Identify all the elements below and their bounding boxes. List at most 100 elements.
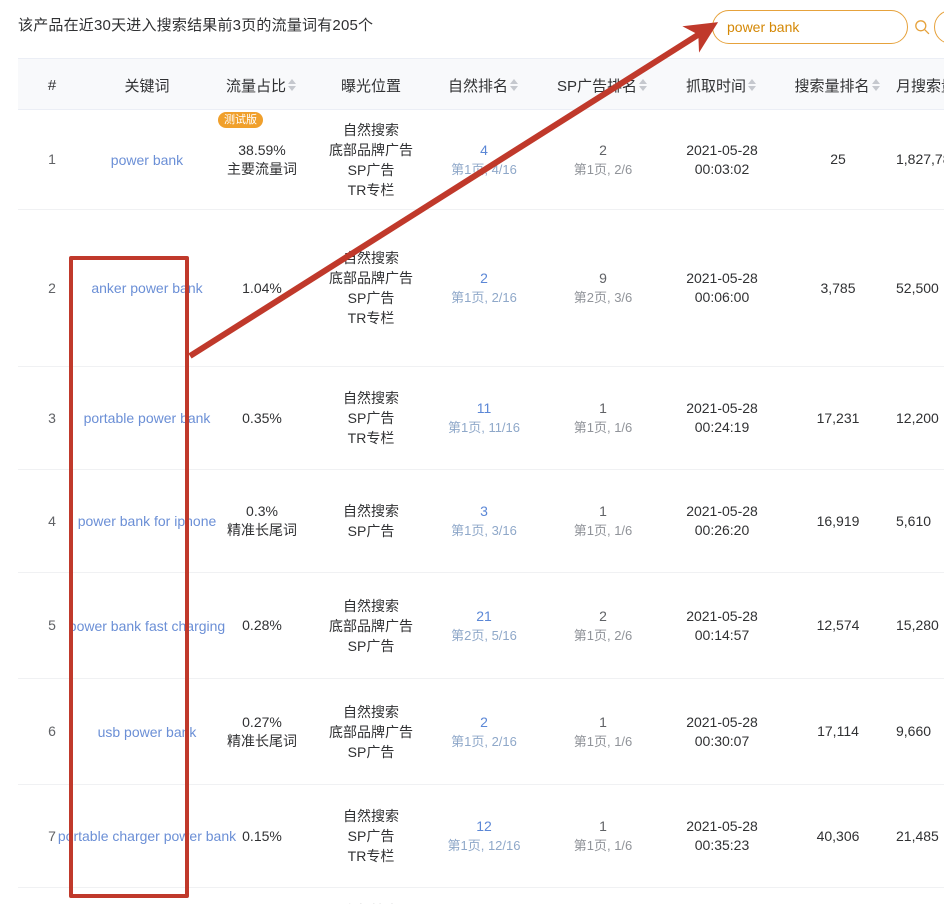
search-input[interactable] bbox=[713, 19, 914, 35]
natural-rank-value[interactable]: 3 bbox=[480, 502, 488, 521]
table-row[interactable]: 2anker power bank1.04%自然搜索底部品牌广告SP广告TR专栏… bbox=[18, 210, 944, 367]
col-header-crawl-time[interactable]: 抓取时间 bbox=[664, 59, 780, 111]
keyword-link[interactable]: power bank fast charging bbox=[69, 616, 225, 636]
table-row[interactable]: 8iphone power bank0.06%精准长尾词自然搜索底部品牌广告SP… bbox=[18, 888, 944, 904]
exposure-item: 自然搜索 bbox=[343, 806, 399, 826]
crawl-date: 2021-05-28 bbox=[686, 141, 758, 160]
sort-icon-search-rank[interactable] bbox=[872, 79, 882, 91]
sp-rank-detail: 第1页, 2/6 bbox=[574, 160, 633, 179]
col-header-natural-rank[interactable]: 自然排名 bbox=[426, 59, 542, 111]
row-sp-rank: 15第3页, 3/6 bbox=[542, 888, 664, 904]
secondary-control-partial[interactable] bbox=[934, 10, 944, 44]
col-header-sp-rank[interactable]: SP广告排名 bbox=[542, 59, 664, 111]
row-keyword[interactable]: power bank fast charging bbox=[86, 573, 208, 678]
traffic-pct-value: 1.04% bbox=[242, 279, 282, 298]
table-row[interactable]: 7portable charger power bank0.15%自然搜索SP广… bbox=[18, 785, 944, 888]
natural-rank-value[interactable]: 21 bbox=[476, 607, 492, 626]
row-index-value: 3 bbox=[48, 409, 56, 428]
table-row[interactable]: 5power bank fast charging0.28%自然搜索底部品牌广告… bbox=[18, 573, 944, 679]
row-keyword[interactable]: power bank for iphone bbox=[86, 470, 208, 572]
exposure-item: 底部品牌广告 bbox=[329, 268, 413, 288]
row-traffic-pct: 1.04% bbox=[208, 210, 316, 366]
exposure-item: SP广告 bbox=[348, 826, 395, 846]
crawl-clock: 00:35:23 bbox=[695, 836, 750, 855]
crawl-clock: 00:26:20 bbox=[695, 521, 750, 540]
sort-icon-crawl-time[interactable] bbox=[748, 79, 758, 91]
keyword-link[interactable]: power bank for iphone bbox=[78, 511, 217, 531]
row-keyword[interactable]: portable charger power bank bbox=[86, 785, 208, 887]
row-monthly-vol: 12,200 bbox=[896, 367, 944, 469]
row-search-rank: 25 bbox=[780, 110, 896, 209]
natural-rank-value[interactable]: 2 bbox=[480, 269, 488, 288]
row-monthly-vol: 52,500 bbox=[896, 210, 944, 366]
exposure-item: 自然搜索 bbox=[343, 120, 399, 140]
traffic-pct-value: 0.35% bbox=[242, 409, 282, 428]
row-natural-rank[interactable]: 4第1页, 4/16 bbox=[426, 110, 542, 209]
row-exposure: 自然搜索SP广告TR专栏 bbox=[316, 785, 426, 887]
row-traffic-pct: 38.59%主要流量词 bbox=[208, 110, 316, 209]
sort-icon-traffic-pct[interactable] bbox=[288, 79, 298, 91]
row-natural-rank[interactable]: 11第1页, 11/16 bbox=[426, 367, 542, 469]
table-row[interactable]: 1power bank38.59%主要流量词自然搜索底部品牌广告SP广告TR专栏… bbox=[18, 110, 944, 210]
monthly-vol-value: 15,280 bbox=[896, 616, 939, 635]
natural-rank-value[interactable]: 11 bbox=[477, 399, 492, 418]
row-index-value: 4 bbox=[48, 512, 56, 531]
exposure-item: 自然搜索 bbox=[343, 248, 399, 268]
row-sp-rank: 2第1页, 2/6 bbox=[542, 573, 664, 678]
row-natural-rank[interactable]: 12第1页, 12/16 bbox=[426, 785, 542, 887]
natural-rank-value[interactable]: 2 bbox=[480, 713, 488, 732]
search-icon[interactable] bbox=[914, 10, 930, 44]
row-exposure: 自然搜索底部品牌广告SP广告TR专栏 bbox=[316, 888, 426, 904]
row-keyword[interactable]: usb power bank bbox=[86, 679, 208, 784]
exposure-item: 底部品牌广告 bbox=[329, 616, 413, 636]
row-keyword[interactable]: portable power bank bbox=[86, 367, 208, 469]
summary-text: 该产品在近30天进入搜索结果前3页的流量词有205个 bbox=[18, 14, 373, 35]
keyword-link[interactable]: portable power bank bbox=[84, 408, 211, 428]
row-search-rank: 3,785 bbox=[780, 210, 896, 366]
keyword-link[interactable]: power bank bbox=[111, 150, 183, 170]
row-natural-rank[interactable]: 21第2页, 5/16 bbox=[426, 573, 542, 678]
row-natural-rank[interactable]: 3第1页, 3/16 bbox=[426, 470, 542, 572]
search-rank-value: 3,785 bbox=[820, 279, 855, 298]
row-crawl-time: 2021-05-2801:31:48 bbox=[664, 888, 780, 904]
exposure-item: TR专栏 bbox=[348, 428, 395, 448]
sp-rank-detail: 第1页, 1/6 bbox=[574, 521, 633, 540]
col-header-monthly-vol[interactable]: 月搜索量 bbox=[896, 59, 944, 111]
row-search-rank: 17,114 bbox=[780, 679, 896, 784]
row-keyword[interactable]: power bank bbox=[86, 110, 208, 209]
row-monthly-vol: 5,610 bbox=[896, 470, 944, 572]
natural-rank-value[interactable]: 4 bbox=[480, 141, 488, 160]
row-natural-rank[interactable]: 4第1页, 4/16 bbox=[426, 888, 542, 904]
table-row[interactable]: 3portable power bank0.35%自然搜索SP广告TR专栏11第… bbox=[18, 367, 944, 470]
col-header-search-rank[interactable]: 搜索量排名 bbox=[780, 59, 896, 111]
exposure-item: 底部品牌广告 bbox=[329, 140, 413, 160]
row-sp-rank: 1第1页, 1/6 bbox=[542, 679, 664, 784]
keyword-search-box[interactable] bbox=[712, 10, 908, 44]
row-crawl-time: 2021-05-2800:14:57 bbox=[664, 573, 780, 678]
exposure-item: SP广告 bbox=[348, 742, 395, 762]
row-traffic-pct: 0.28% bbox=[208, 573, 316, 678]
row-index-value: 7 bbox=[48, 827, 56, 846]
natural-rank-value[interactable]: 12 bbox=[476, 817, 492, 836]
row-crawl-time: 2021-05-2800:06:00 bbox=[664, 210, 780, 366]
crawl-date: 2021-05-28 bbox=[686, 713, 758, 732]
keyword-link[interactable]: anker power bank bbox=[91, 278, 202, 298]
keyword-link[interactable]: usb power bank bbox=[98, 722, 197, 742]
row-keyword[interactable]: iphone power bank bbox=[86, 888, 208, 904]
search-rank-value: 16,919 bbox=[817, 512, 860, 531]
table-row[interactable]: 4power bank for iphone0.3%精准长尾词自然搜索SP广告3… bbox=[18, 470, 944, 573]
row-search-rank: 17,231 bbox=[780, 367, 896, 469]
col-header-traffic-pct[interactable]: 流量占比 bbox=[208, 59, 316, 111]
traffic-pct-value: 0.28% bbox=[242, 616, 282, 635]
row-sp-rank: 1第1页, 1/6 bbox=[542, 785, 664, 887]
table-row[interactable]: 6usb power bank0.27%精准长尾词自然搜索底部品牌广告SP广告2… bbox=[18, 679, 944, 785]
row-sp-rank: 9第2页, 3/6 bbox=[542, 210, 664, 366]
sp-rank-value: 1 bbox=[599, 502, 607, 521]
row-natural-rank[interactable]: 2第1页, 2/16 bbox=[426, 679, 542, 784]
search-rank-value: 17,231 bbox=[817, 409, 860, 428]
monthly-vol-value: 1,827,785 bbox=[896, 150, 944, 169]
row-keyword[interactable]: anker power bank bbox=[86, 210, 208, 366]
sort-icon-sp-rank[interactable] bbox=[639, 79, 649, 91]
sort-icon-natural-rank[interactable] bbox=[510, 79, 520, 91]
row-natural-rank[interactable]: 2第1页, 2/16 bbox=[426, 210, 542, 366]
